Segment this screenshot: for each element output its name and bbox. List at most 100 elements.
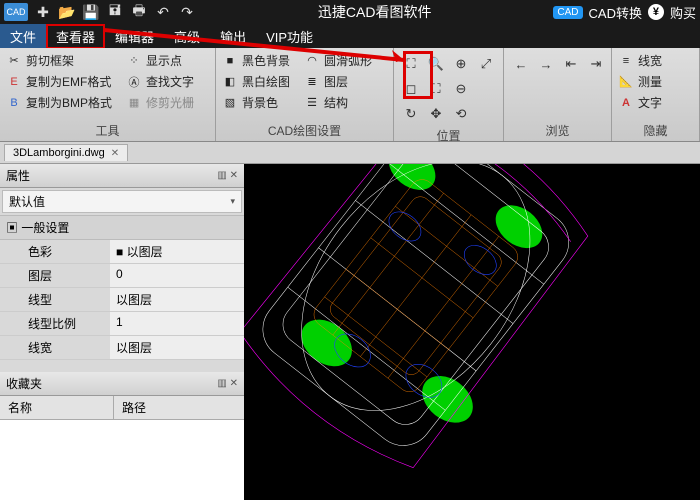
zoom-in-icon[interactable]: ⊕ — [450, 53, 472, 75]
measure-button[interactable]: 📐测量 — [618, 72, 693, 91]
menu-bar: 文件 查看器 编辑器 高级 输出 VIP功能 — [0, 24, 700, 48]
sidebar: 属性 ▥ ✕ 默认值▾ ▣ 一般设置 色彩■ 以图层 图层0 线型以图层 线型比… — [0, 164, 244, 500]
print-icon[interactable]: 🖶 — [130, 3, 148, 21]
copy-emf-button[interactable]: E复制为EMF格式 — [6, 72, 112, 91]
app-title: 迅捷CAD看图软件 — [196, 2, 553, 22]
group-label-browse: 浏览 — [510, 120, 605, 141]
grid-icon: ▦ — [126, 95, 142, 111]
redo-icon[interactable]: ↷ — [178, 3, 196, 21]
undo-icon[interactable]: ↶ — [154, 3, 172, 21]
linewidth-button[interactable]: ≡线宽 — [618, 51, 693, 70]
file-tab-bar: 3DLamborgini.dwg ✕ — [0, 142, 700, 164]
layer-icon: ≣ — [304, 74, 320, 90]
zoom-out-icon[interactable]: ⊖ — [450, 78, 472, 100]
copy-bmp-button[interactable]: B复制为BMP格式 — [6, 93, 112, 112]
quick-access-toolbar: ✚ 📂 💾 🖬 🖶 ↶ ↷ — [34, 3, 196, 21]
ribbon-group-position: ⛶🔍⊕⤢ ◻⛶⊖ ↻✥⟲ 位置 — [394, 48, 504, 141]
cad-convert-button[interactable]: CAD转换 — [589, 3, 642, 22]
bg-color-button[interactable]: ▧背景色 — [222, 93, 290, 112]
close-tab-icon[interactable]: ✕ — [111, 148, 119, 159]
menu-output[interactable]: 输出 — [210, 24, 256, 49]
prev-icon[interactable]: ← — [510, 53, 532, 75]
group-label-hide: 隐藏 — [618, 120, 693, 141]
default-dropdown[interactable]: 默认值▾ — [2, 190, 242, 213]
pan-icon[interactable]: ✥ — [425, 103, 447, 125]
zoom-ext-icon[interactable]: ⤢ — [475, 53, 497, 75]
ribbon: ✂剪切框架 E复制为EMF格式 B复制为BMP格式 ⁘显示点 Ⓐ查找文字 ▦修剪… — [0, 48, 700, 142]
properties-panel-title: 属性 ▥ ✕ — [0, 164, 244, 188]
zoom-reset-icon[interactable]: ⟲ — [450, 103, 472, 125]
struct-button[interactable]: ☰结构 — [304, 93, 372, 112]
position-icons: ⛶🔍⊕⤢ ◻⛶⊖ ↻✥⟲ — [400, 51, 497, 125]
extents-icon[interactable]: ⛶ — [425, 78, 447, 100]
menu-vip[interactable]: VIP功能 — [256, 24, 323, 49]
trim-raster-button: ▦修剪光栅 — [126, 93, 194, 112]
wireframe-model — [244, 164, 700, 500]
emf-icon: E — [6, 74, 22, 90]
zoom-sel-icon[interactable]: 🔍 — [425, 53, 447, 75]
file-tab[interactable]: 3DLamborgini.dwg ✕ — [4, 144, 128, 161]
ribbon-group-hide: ≡线宽 📐测量 A文字 隐藏 — [612, 48, 700, 141]
struct-icon: ☰ — [304, 95, 320, 111]
points-icon: ⁘ — [126, 53, 142, 69]
title-bar: CAD ✚ 📂 💾 🖬 🖶 ↶ ↷ 迅捷CAD看图软件 CAD CAD转换 ¥ … — [0, 0, 700, 24]
arc-icon: ◠ — [304, 53, 320, 69]
search-text-icon: Ⓐ — [126, 74, 142, 90]
new-icon[interactable]: ✚ — [34, 3, 52, 21]
linewidth-icon: ≡ — [618, 53, 634, 69]
fav-col-path[interactable]: 路径 — [114, 396, 154, 419]
general-section-head[interactable]: ▣ 一般设置 — [0, 215, 244, 240]
next-icon[interactable]: → — [535, 53, 557, 75]
fit-icon[interactable]: ⛶ — [400, 53, 422, 75]
currency-icon: ¥ — [648, 4, 664, 20]
ribbon-group-cad: ■黑色背景 ◧黑白绘图 ▧背景色 ◠圆滑弧形 ≣图层 ☰结构 CAD绘图设置 — [216, 48, 394, 141]
smooth-arc-button[interactable]: ◠圆滑弧形 — [304, 51, 372, 70]
cad-badge: CAD — [553, 6, 582, 19]
menu-viewer[interactable]: 查看器 — [46, 24, 105, 49]
bmp-icon: B — [6, 95, 22, 111]
show-points-button[interactable]: ⁘显示点 — [126, 51, 194, 70]
menu-advanced[interactable]: 高级 — [164, 24, 210, 49]
menu-editor[interactable]: 编辑器 — [105, 24, 164, 49]
group-label-cad: CAD绘图设置 — [222, 120, 387, 141]
prop-row-color[interactable]: 色彩■ 以图层 — [0, 240, 244, 264]
menu-file[interactable]: 文件 — [0, 24, 46, 49]
prop-row-layer[interactable]: 图层0 — [0, 264, 244, 288]
file-tab-label: 3DLamborgini.dwg — [13, 147, 105, 159]
save-icon[interactable]: 💾 — [82, 3, 100, 21]
prop-row-linetype[interactable]: 线型以图层 — [0, 288, 244, 312]
ribbon-group-tools: ✂剪切框架 E复制为EMF格式 B复制为BMP格式 ⁘显示点 Ⓐ查找文字 ▦修剪… — [0, 48, 216, 141]
last-icon[interactable]: ⇥ — [585, 53, 607, 75]
layer-button[interactable]: ≣图层 — [304, 72, 372, 91]
open-icon[interactable]: 📂 — [58, 3, 76, 21]
first-icon[interactable]: ⇤ — [560, 53, 582, 75]
palette-icon: ▧ — [222, 95, 238, 111]
ribbon-group-browse: ←→⇤⇥ 浏览 — [504, 48, 612, 141]
panel-controls[interactable]: ▥ ✕ — [217, 170, 238, 181]
browse-icons: ←→⇤⇥ — [510, 51, 605, 75]
prop-row-linescale[interactable]: 线型比例1 — [0, 312, 244, 336]
crop-icon: ✂ — [6, 53, 22, 69]
rotate-icon[interactable]: ↻ — [400, 103, 422, 125]
bw-icon: ◧ — [222, 74, 238, 90]
black-bg-icon: ■ — [222, 53, 238, 69]
black-bg-button[interactable]: ■黑色背景 — [222, 51, 290, 70]
buy-button[interactable]: 购买 — [670, 3, 696, 22]
main-area: 属性 ▥ ✕ 默认值▾ ▣ 一般设置 色彩■ 以图层 图层0 线型以图层 线型比… — [0, 164, 700, 500]
app-logo: CAD — [4, 3, 28, 21]
bw-draw-button[interactable]: ◧黑白绘图 — [222, 72, 290, 91]
window-icon[interactable]: ◻ — [400, 78, 422, 100]
text-button[interactable]: A文字 — [618, 93, 693, 112]
prop-row-linewidth[interactable]: 线宽以图层 — [0, 336, 244, 360]
find-text-button[interactable]: Ⓐ查找文字 — [126, 72, 194, 91]
favorites-list — [0, 420, 244, 500]
cad-viewport[interactable] — [244, 164, 700, 500]
ruler-icon: 📐 — [618, 74, 634, 90]
saveas-icon[interactable]: 🖬 — [106, 3, 124, 21]
text-icon: A — [618, 95, 634, 111]
favorites-panel-title: 收藏夹 ▥ ✕ — [0, 372, 244, 396]
panel-controls[interactable]: ▥ ✕ — [217, 378, 238, 389]
fav-col-name[interactable]: 名称 — [0, 396, 114, 419]
group-label-pos: 位置 — [400, 125, 497, 146]
crop-frame-button[interactable]: ✂剪切框架 — [6, 51, 112, 70]
